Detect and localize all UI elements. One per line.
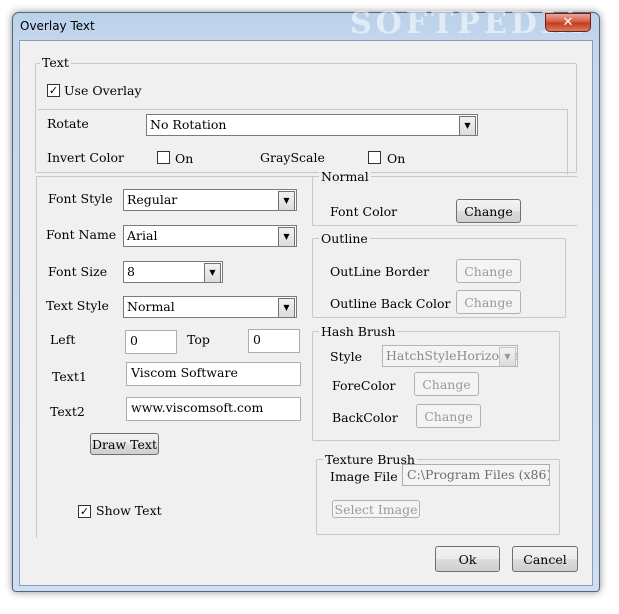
close-button[interactable]: ✕ [545,13,591,32]
text-style-label: Text Style [46,298,109,313]
font-name-select[interactable]: Arial ▼ [123,225,297,247]
font-style-value: Regular [127,192,178,207]
top-input[interactable]: 0 [248,329,300,353]
outline-group-legend: Outline [319,231,370,246]
grayscale-on-label: On [387,151,406,166]
hash-style-select[interactable]: HatchStyleHorizonta ▼ [382,345,518,367]
font-name-label: Font Name [46,227,117,242]
font-size-label: Font Size [48,264,108,279]
text1-input[interactable]: Viscom Software [126,362,301,386]
outline-border-change-button[interactable]: Change [456,259,521,283]
font-size-select[interactable]: 8 ▼ [123,261,223,283]
hash-style-label: Style [330,349,363,364]
outline-back-color-label: Outline Back Color [330,296,451,311]
font-color-change-button[interactable]: Change [456,199,521,223]
back-color-label: BackColor [332,410,398,425]
chevron-down-icon: ▼ [204,263,221,282]
chevron-down-icon: ▼ [278,227,295,246]
text-style-value: Normal [127,299,175,314]
normal-group-legend: Normal [319,169,371,184]
left-label: Left [50,332,76,347]
font-color-label: Font Color [330,204,398,219]
text-group-legend: Text [40,55,71,70]
checkmark-icon: ✓ [79,505,90,518]
show-text-label: Show Text [96,503,162,518]
rotate-label: Rotate [47,116,89,131]
text1-label: Text1 [52,369,87,384]
fore-color-label: ForeColor [332,378,396,393]
cancel-button[interactable]: Cancel [512,546,578,572]
text2-input[interactable]: www.viscomsoft.com [126,397,301,421]
ok-button[interactable]: Ok [435,546,500,572]
outline-border-label: OutLine Border [330,264,430,279]
checkmark-icon: ✓ [48,84,59,97]
back-color-change-button[interactable]: Change [416,404,481,428]
top-label: Top [187,332,210,347]
use-overlay-label: Use Overlay [64,83,142,98]
outline-back-color-change-button[interactable]: Change [456,290,521,314]
rotate-select[interactable]: No Rotation ▼ [146,114,478,136]
font-style-select[interactable]: Regular ▼ [123,189,297,211]
left-input[interactable]: 0 [125,330,177,354]
show-text-checkbox[interactable]: ✓ [78,505,91,518]
rotate-value: No Rotation [150,117,227,132]
image-file-label: Image File [330,469,398,484]
fore-color-change-button[interactable]: Change [414,372,479,396]
use-overlay-checkbox[interactable]: ✓ [47,84,60,97]
hash-brush-group-legend: Hash Brush [319,324,398,339]
chevron-down-icon: ▼ [499,347,516,366]
grayscale-label: GrayScale [260,150,325,165]
grayscale-checkbox[interactable] [368,151,381,164]
draw-text-button[interactable]: Draw Text [90,433,159,455]
text-style-select[interactable]: Normal ▼ [123,296,297,318]
invert-color-on-label: On [175,151,194,166]
window-title: Overlay Text [20,19,95,33]
chevron-down-icon: ▼ [459,116,476,135]
image-file-input[interactable]: C:\Program Files (x86)\V [402,464,550,486]
select-image-button[interactable]: Select Image [332,500,420,518]
font-style-label: Font Style [48,191,113,206]
chevron-down-icon: ▼ [278,298,295,317]
font-size-value: 8 [127,264,135,279]
chevron-down-icon: ▼ [278,191,295,210]
close-icon: ✕ [562,15,574,30]
invert-color-label: Invert Color [47,150,125,165]
invert-color-checkbox[interactable] [157,151,170,164]
font-name-value: Arial [127,228,158,243]
text2-label: Text2 [50,404,85,419]
